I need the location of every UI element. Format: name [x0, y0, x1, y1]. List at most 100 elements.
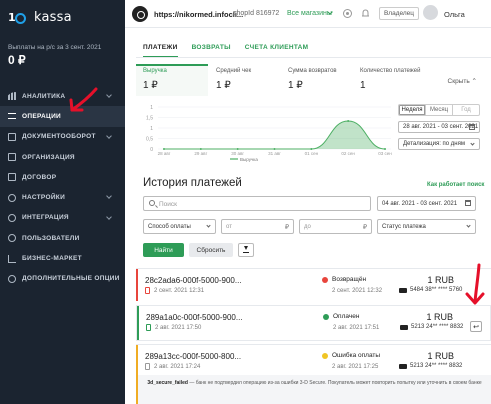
shop-url[interactable]: https://nikormed.infocli... [154, 10, 243, 19]
metric-payment-count[interactable]: Количество платежей 1 [360, 68, 421, 91]
x-tick-label: 30 авг [231, 151, 244, 156]
payment-status-select[interactable]: Статус платежа [377, 219, 476, 234]
date-range-value: 04 авг. 2021 - 03 сент. 2021 [382, 200, 458, 207]
logo[interactable]: 1 kassa [8, 10, 72, 25]
logo-text: kassa [34, 10, 72, 25]
payment-method-value: Способ оплаты [148, 223, 191, 230]
refund-button[interactable]: ↩ [470, 321, 482, 332]
sidebar-item-label: ДОПОЛНИТЕЛЬНЫЕ ОПЦИИ [22, 275, 120, 283]
amount-from-placeholder: от [226, 223, 232, 230]
metric-value: 1 [360, 80, 366, 91]
search-field [143, 196, 371, 211]
payment-id[interactable]: 28c2ada6-000f-5000-900... [145, 276, 242, 285]
table-row[interactable]: 289a13cc-000f-5000-800... 2 авг. 2021 17… [136, 344, 491, 375]
find-button[interactable]: Найти [143, 243, 184, 257]
metric-refund-sum[interactable]: Сумма возвратов 1 ₽ [288, 68, 337, 91]
payment-id[interactable]: 289a13cc-000f-5000-800... [145, 352, 241, 361]
chart-date-range-field[interactable]: 28 авг. 2021 - 03 сент. 2021 [398, 121, 480, 133]
topbar: https://nikormed.infocli... shopId 81697… [125, 0, 491, 28]
metric-average-check[interactable]: Средний чек 1 ₽ [216, 68, 251, 91]
period-month-button[interactable]: Месяц [426, 105, 453, 115]
divider [136, 57, 491, 58]
sidebar-item-options[interactable]: ДОПОЛНИТЕЛЬНЫЕ ОПЦИИ [0, 269, 125, 289]
metric-label: Количество платежей [360, 68, 421, 74]
all-shops-dropdown[interactable]: Все магазины [287, 10, 332, 17]
payment-date: 2 авг. 2021 17:24 [154, 364, 201, 370]
sidebar-item-label: ОПЕРАЦИИ [22, 112, 62, 120]
download-button[interactable] [238, 243, 254, 257]
status-warning-icon [322, 353, 328, 359]
settings-icon [8, 193, 16, 202]
amount-to-field[interactable]: до ₽ [299, 219, 372, 234]
chevron-down-icon [206, 223, 211, 228]
period-segment: Неделя Месяц Год [398, 104, 480, 116]
sidebar-item-market[interactable]: БИЗНЕС-МАРКЕТ [0, 248, 125, 268]
data-point [236, 148, 239, 150]
chevron-down-icon [106, 193, 112, 200]
search-icon [149, 200, 155, 206]
revenue-chart: 1 1,5 1 0,5 0 28 авг 29 авг 30 авг 31 авг 01 сен 0… [136, 103, 396, 163]
date-range-value: 28 авг. 2021 - 03 сент. 2021 [403, 124, 479, 130]
hide-chart-link[interactable]: Скрыть ⌃ [448, 77, 477, 85]
shop-avatar[interactable] [132, 6, 148, 22]
tab-payments[interactable]: ПЛАТЕЖИ [143, 44, 178, 58]
table-row[interactable]: 28c2ada6-000f-5000-900... 2 сент. 2021 1… [136, 268, 491, 301]
metric-label: Сумма возвратов [288, 68, 337, 74]
card-icon [399, 288, 407, 293]
payout-label: Выплаты на р/с за 3 сент. 2021 [8, 44, 102, 51]
owner-role-button[interactable]: Владелец [379, 7, 419, 20]
reset-button[interactable]: Сбросить [189, 243, 233, 257]
tab-refunds[interactable]: ВОЗВРАТЫ [192, 44, 231, 58]
how-search-works-link[interactable]: Как работает поиск [427, 182, 484, 188]
bell-icon[interactable] [360, 8, 371, 19]
amount-from-field[interactable]: от ₽ [221, 219, 294, 234]
refund-arrow-icon: ↩ [473, 323, 479, 331]
receipt-icon [146, 324, 151, 331]
sidebar-item-users[interactable]: ПОЛЬЗОВАТЕЛИ [0, 228, 125, 248]
history-date-range-field[interactable]: 04 авг. 2021 - 03 сент. 2021 [377, 196, 476, 211]
y-tick-label: 0,5 [146, 137, 153, 143]
documents-icon [8, 132, 16, 141]
calendar-icon [469, 124, 475, 130]
annotation-arrow-operations [69, 87, 98, 112]
market-icon [8, 254, 16, 263]
payment-method-select[interactable]: Способ оплаты [143, 219, 216, 234]
page-title: История платежей [143, 177, 242, 189]
tab-invoices[interactable]: СЧЕТА КЛИЕНТАМ [245, 44, 309, 58]
payment-id[interactable]: 289a1a0c-000f-5000-900... [146, 313, 243, 322]
x-tick-label: 02 сен [341, 151, 355, 156]
card-number: 5213 24** **** 8832 [410, 363, 463, 369]
metric-revenue[interactable]: Выручка 1 ₽ [143, 68, 167, 91]
error-code: 3d_secure_failed [147, 380, 188, 386]
sidebar-item-operations[interactable]: ОПЕРАЦИИ [0, 106, 125, 127]
tabs: ПЛАТЕЖИ ВОЗВРАТЫ СЧЕТА КЛИЕНТАМ [143, 44, 322, 58]
sidebar-item-organization[interactable]: ОРГАНИЗАЦИЯ [0, 147, 125, 167]
status-success-icon [323, 314, 329, 320]
sidebar-item-integration[interactable]: ИНТЕГРАЦИЯ [0, 208, 125, 228]
x-tick-label: 03 сен [378, 151, 392, 156]
sidebar-item-settings[interactable]: НАСТРОЙКИ [0, 187, 125, 207]
row-status-bar [137, 306, 139, 340]
x-tick-label: 29 авг [194, 151, 207, 156]
metric-label: Средний чек [216, 68, 252, 74]
sidebar-item-label: АНАЛИТИКА [22, 92, 66, 100]
search-input[interactable] [159, 199, 359, 209]
sidebar-item-documents[interactable]: ДОКУМЕНТООБОРОТ [0, 127, 125, 147]
period-year-button[interactable]: Год [453, 105, 479, 115]
notifications-icon[interactable] [342, 8, 353, 19]
metric-label: Выручка [143, 68, 167, 74]
table-row[interactable]: 289a1a0c-000f-5000-900... 2 авг. 2021 17… [136, 305, 491, 341]
chevron-down-icon [466, 223, 471, 228]
avatar[interactable] [423, 5, 438, 20]
row-status-bar [136, 269, 138, 301]
contract-icon [8, 173, 16, 182]
sidebar-item-analytics[interactable]: АНАЛИТИКА [0, 86, 125, 106]
sidebar: 1 kassa Выплаты на р/с за 3 сент. 2021 0… [0, 0, 125, 404]
user-name[interactable]: Ольга [444, 10, 465, 19]
payout-value: 0 ₽ [8, 53, 26, 67]
detail-select[interactable]: Детализация: по дням [398, 138, 480, 150]
payment-date: 2 авг. 2021 17:50 [155, 325, 202, 331]
sidebar-item-label: БИЗНЕС-МАРКЕТ [22, 255, 82, 263]
period-week-button[interactable]: Неделя [399, 105, 426, 115]
sidebar-item-contract[interactable]: ДОГОВОР [0, 167, 125, 187]
